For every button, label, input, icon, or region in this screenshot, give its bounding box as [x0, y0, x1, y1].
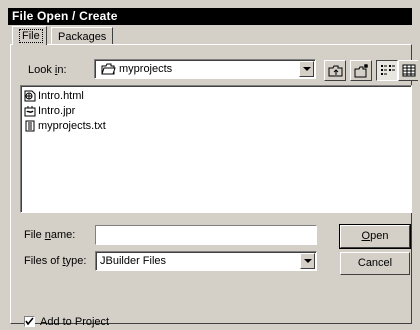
dialog-title: File Open / Create	[8, 8, 412, 25]
look-in-label: Look in:	[28, 63, 67, 77]
tab-packages-label: Packages	[58, 31, 107, 43]
look-in-dropdown[interactable]: myprojects	[94, 59, 316, 79]
open-button-accel: O	[361, 230, 371, 242]
tab-packages[interactable]: Packages	[51, 27, 113, 44]
file-name: Intro.jpr	[38, 105, 76, 117]
open-button-label: pen	[370, 230, 389, 242]
cancel-button[interactable]: Cancel	[340, 252, 410, 275]
file-open-dialog: File Open / Create File Packages Look in…	[0, 0, 420, 330]
list-view-button[interactable]	[376, 60, 398, 81]
open-button[interactable]: Open	[339, 224, 411, 249]
cancel-button-label: Cancel	[357, 257, 393, 269]
file-name-label-suffix: ame:	[50, 229, 76, 241]
look-in-value: myprojects	[119, 63, 173, 75]
file-type-label-suffix: ype:	[65, 255, 87, 267]
file-type-dropdown[interactable]: JBuilder Files	[95, 251, 317, 271]
file-name-label: File name:	[24, 228, 75, 242]
look-in-label-text: Look	[28, 64, 55, 76]
file-type-label-text: Files of	[24, 255, 63, 267]
up-folder-button[interactable]	[324, 60, 346, 81]
tab-file-label: File	[19, 29, 43, 43]
file-list-frame	[21, 86, 411, 212]
add-to-project-label: Add to Project	[40, 316, 110, 328]
look-in-label-suffix: n:	[57, 64, 67, 76]
file-name-input[interactable]	[95, 225, 317, 245]
file-type-dropdown-arrow[interactable]	[300, 253, 315, 269]
add-to-project-checkbox[interactable]	[24, 316, 35, 327]
file-type-label: Files of type:	[24, 254, 86, 268]
new-folder-button[interactable]	[350, 60, 372, 81]
details-view-button[interactable]	[398, 60, 418, 81]
file-name: Intro.html	[38, 90, 84, 102]
file-type-value: JBuilder Files	[100, 255, 167, 267]
tab-file[interactable]: File	[12, 26, 47, 45]
file-name-label-text: File	[24, 229, 45, 241]
file-name: myprojects.txt	[38, 120, 106, 132]
look-in-dropdown-arrow[interactable]	[299, 61, 314, 77]
folder-icon	[101, 63, 116, 78]
file-list[interactable]: Intro.html Intro.jpr myprojects.txt	[20, 85, 412, 213]
